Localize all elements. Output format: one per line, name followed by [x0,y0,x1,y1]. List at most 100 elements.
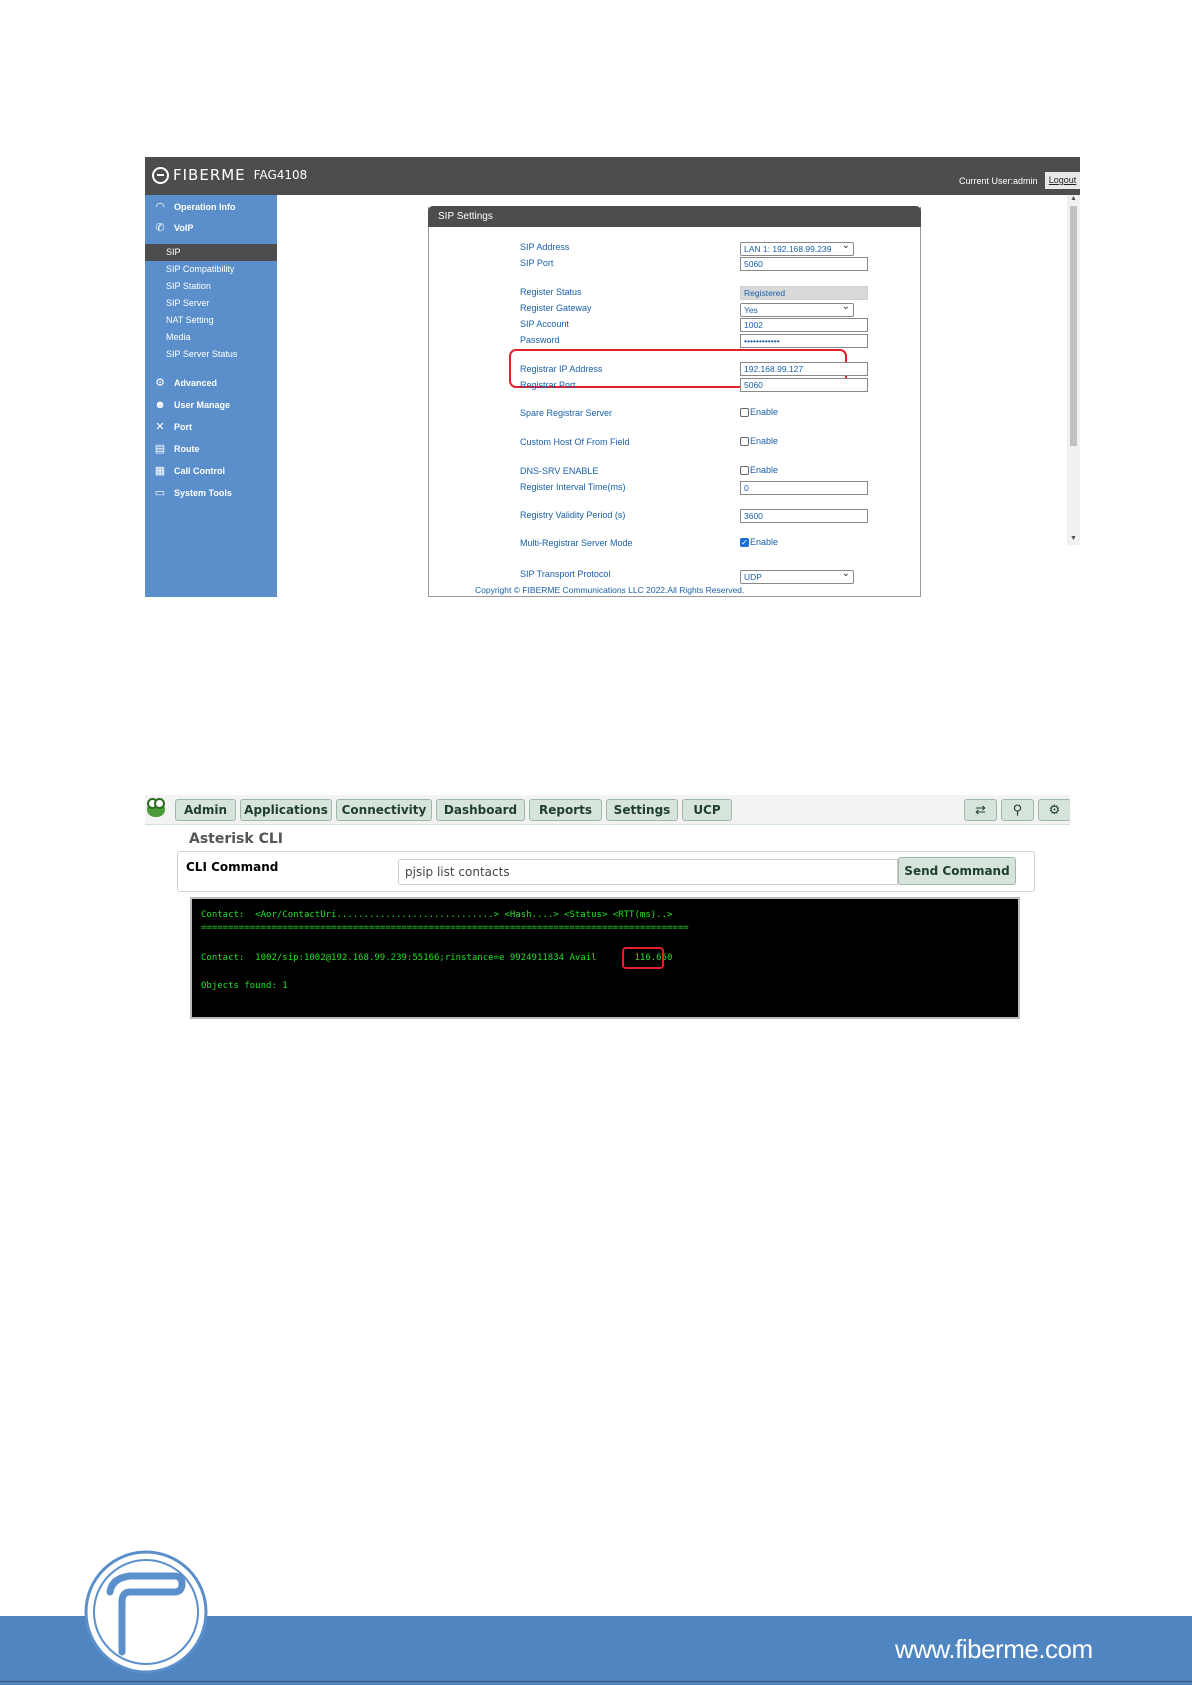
multi-registrar-label: Multi-Registrar Server Mode [520,538,633,548]
nav-label: Route [174,444,200,454]
sidebar-item-media[interactable]: Media [145,329,277,346]
checkbox-label: Enable [750,436,779,446]
route-icon: ▤ [154,443,166,455]
checkbox-box[interactable] [740,436,749,446]
nav-voip[interactable]: ✆ VoIP [145,219,193,237]
scroll-up-icon[interactable]: ▲ [1067,195,1080,205]
registrar-port-label: Registrar Port [520,380,576,390]
register-gateway-select[interactable]: Yes [740,301,854,317]
current-user: Current User:admin [959,176,1038,186]
register-gateway-label: Register Gateway [520,303,592,313]
terminal-separator-line: ========================================… [201,923,689,933]
sip-account-input[interactable]: 1002 [740,318,868,332]
sip-settings-panel: SIP Settings SIP Address LAN 1: 192.168.… [428,206,921,597]
nav-label: Call Control [174,466,225,476]
cli-output-terminal: Contact: <Aor/ContactUri................… [190,897,1020,1019]
gear-icon[interactable]: ⚙ [1038,799,1070,821]
nav-port[interactable]: ✕ Port [145,418,192,436]
checkbox-label: Enable [750,537,779,547]
cli-command-input[interactable]: pjsip list contacts [398,859,898,885]
brand-name: FIBERME [173,166,246,184]
page-scrollbar[interactable]: ▲ ▼ [1067,195,1080,545]
gateway-sidebar: ◠ Operation Info ✆ VoIP SIP SIP Compatib… [145,195,277,597]
scroll-down-icon[interactable]: ▼ [1067,535,1080,545]
search-icon[interactable]: ⚲ [1001,799,1034,821]
language-icon[interactable]: ⇄ [964,799,997,821]
menu-settings[interactable]: Settings [606,799,678,821]
pbx-menubar: Admin Applications Connectivity Dashboar… [145,795,1070,825]
sidebar-item-sip-compatibility[interactable]: SIP Compatibility [145,261,277,278]
checkbox-box[interactable] [740,465,749,475]
nav-label: Operation Info [174,202,236,212]
nav-user-manage[interactable]: ☻ User Manage [145,396,230,414]
dns-srv-checkbox[interactable]: Enable [740,465,778,475]
password-label: Password [520,335,560,345]
password-input[interactable]: •••••••••••• [740,334,868,348]
registrar-ip-input[interactable]: 192.168.99.127 [740,362,868,376]
nav-label: User Manage [174,400,231,410]
system-tools-icon: ▭ [154,487,166,499]
checkbox-box[interactable] [740,407,749,417]
sip-address-label: SIP Address [520,242,570,252]
nav-operation-info[interactable]: ◠ Operation Info [145,198,236,216]
register-interval-input[interactable]: 0 [740,481,868,495]
sidebar-item-sip-station[interactable]: SIP Station [145,278,277,295]
sip-port-input[interactable]: 5060 [740,257,868,271]
gateway-screenshot: FIBERME FAG4108 Current User:admin Logou… [145,157,1080,597]
register-status-label: Register Status [520,287,582,297]
phone-icon: ✆ [155,222,165,234]
panel-title: SIP Settings [428,206,921,227]
menu-admin[interactable]: Admin [175,799,236,821]
sidebar-item-sip[interactable]: SIP [145,244,277,261]
transport-select[interactable]: UDP [740,568,854,584]
nav-label: VoIP [174,223,194,233]
menu-ucp[interactable]: UCP [682,799,732,821]
registrar-port-input[interactable]: 5060 [740,378,868,392]
spare-registrar-label: Spare Registrar Server [520,408,613,418]
terminal-contact-line: Contact: 1002/sip:1002@192.168.99.239:55… [201,953,673,963]
dns-srv-label: DNS-SRV ENABLE [520,466,599,476]
nav-label: Advanced [174,378,218,388]
gateway-topbar: FIBERME FAG4108 Current User:admin Logou… [145,157,1080,195]
menu-reports[interactable]: Reports [529,799,602,821]
register-status-field: Registered [740,286,868,300]
users-icon: ☻ [154,399,166,411]
sidebar-item-sip-server[interactable]: SIP Server [145,295,277,312]
nav-call-control[interactable]: ▦ Call Control [145,462,225,480]
sidebar-item-nat-setting[interactable]: NAT Setting [145,312,277,329]
checkbox-box[interactable]: ✓ [740,537,749,547]
sip-address-select[interactable]: LAN 1: 192.168.99.239 [740,240,854,256]
model-name: FAG4108 [253,168,308,182]
custom-host-checkbox[interactable]: Enable [740,436,778,446]
footer-divider [0,1681,1192,1682]
spare-registrar-checkbox[interactable]: Enable [740,407,778,417]
grid-icon: ▦ [154,465,166,477]
footer-website[interactable]: www.fiberme.com [895,1634,1093,1665]
pbx-screenshot: Admin Applications Connectivity Dashboar… [145,795,1070,1020]
nav-label: Port [174,422,192,432]
send-command-button[interactable]: Send Command [898,857,1016,885]
registrar-ip-label: Registrar IP Address [520,364,603,374]
terminal-header-line: Contact: <Aor/ContactUri................… [201,910,673,920]
avail-highlight [622,947,664,969]
register-interval-label: Register Interval Time(ms) [520,482,626,492]
menu-dashboard[interactable]: Dashboard [436,799,525,821]
menu-applications[interactable]: Applications [240,799,332,821]
fiberme-footer-logo-icon [84,1550,208,1674]
scroll-thumb[interactable] [1070,206,1077,446]
cli-command-label: CLI Command [186,860,279,874]
nav-system-tools[interactable]: ▭ System Tools [145,484,232,502]
sidebar-item-sip-server-status[interactable]: SIP Server Status [145,346,277,363]
custom-host-label: Custom Host Of From Field [520,437,630,447]
checkbox-label: Enable [750,465,779,475]
transport-label: SIP Transport Protocol [520,569,611,579]
page-title: Asterisk CLI [189,831,283,847]
terminal-objects-line: Objects found: 1 [201,981,288,991]
nav-advanced[interactable]: ⚙ Advanced [145,374,217,392]
registry-validity-input[interactable]: 3600 [740,509,868,523]
menu-connectivity[interactable]: Connectivity [336,799,432,821]
logout-button[interactable]: Logout [1045,172,1080,189]
nav-route[interactable]: ▤ Route [145,440,200,458]
freepbx-logo-icon[interactable] [147,798,165,817]
multi-registrar-checkbox[interactable]: ✓ Enable [740,537,778,547]
